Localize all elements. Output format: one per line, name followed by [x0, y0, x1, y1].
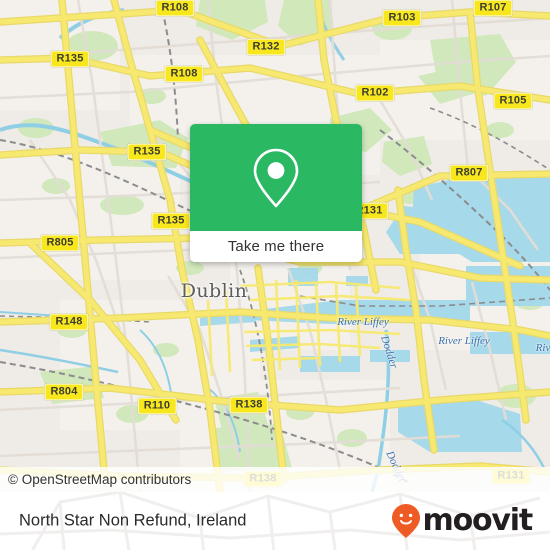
- road-shield: R105: [493, 92, 533, 110]
- card-icon-area: [190, 124, 362, 231]
- road-shield: R102: [355, 84, 395, 102]
- road-shield: R107: [473, 0, 513, 17]
- location-title: North Star Non Refund, Ireland: [19, 511, 247, 530]
- take-me-there-card[interactable]: Take me there: [190, 124, 362, 262]
- river-label: River Liffey: [438, 335, 490, 347]
- road-shield: R103: [382, 9, 422, 27]
- take-me-there-label: Take me there: [227, 238, 325, 255]
- road-shield: R148: [49, 313, 89, 331]
- road-shield: R138: [229, 396, 269, 414]
- road-shield: R108: [164, 65, 204, 83]
- city-label-dublin: Dublin: [180, 280, 248, 302]
- moovit-location-screenshot: R108 R103 R107 R132 R135 R108 R102 R105 …: [0, 0, 550, 550]
- road-shield: R132: [246, 38, 286, 56]
- road-shield: R805: [40, 234, 80, 252]
- river-label: River Liffey: [337, 316, 389, 328]
- road-shield: R135: [151, 212, 191, 230]
- map-attribution: © OpenStreetMap contributors: [0, 467, 550, 492]
- road-shield: R135: [50, 50, 90, 68]
- moovit-wordmark: moovit: [422, 503, 534, 538]
- moovit-brand[interactable]: moovit: [391, 503, 534, 539]
- river-label: Riv: [535, 342, 550, 354]
- road-shield: R108: [155, 0, 195, 17]
- footer-bar: North Star Non Refund, Ireland moovit: [0, 492, 550, 550]
- road-shield: R135: [127, 143, 167, 161]
- moovit-smiling-pin-icon: [391, 504, 420, 538]
- road-shield: R804: [44, 383, 84, 401]
- road-shield: R110: [137, 397, 177, 415]
- location-pin-icon: [253, 148, 299, 207]
- card-action-area[interactable]: Take me there: [190, 231, 362, 262]
- road-shield: R807: [449, 164, 489, 182]
